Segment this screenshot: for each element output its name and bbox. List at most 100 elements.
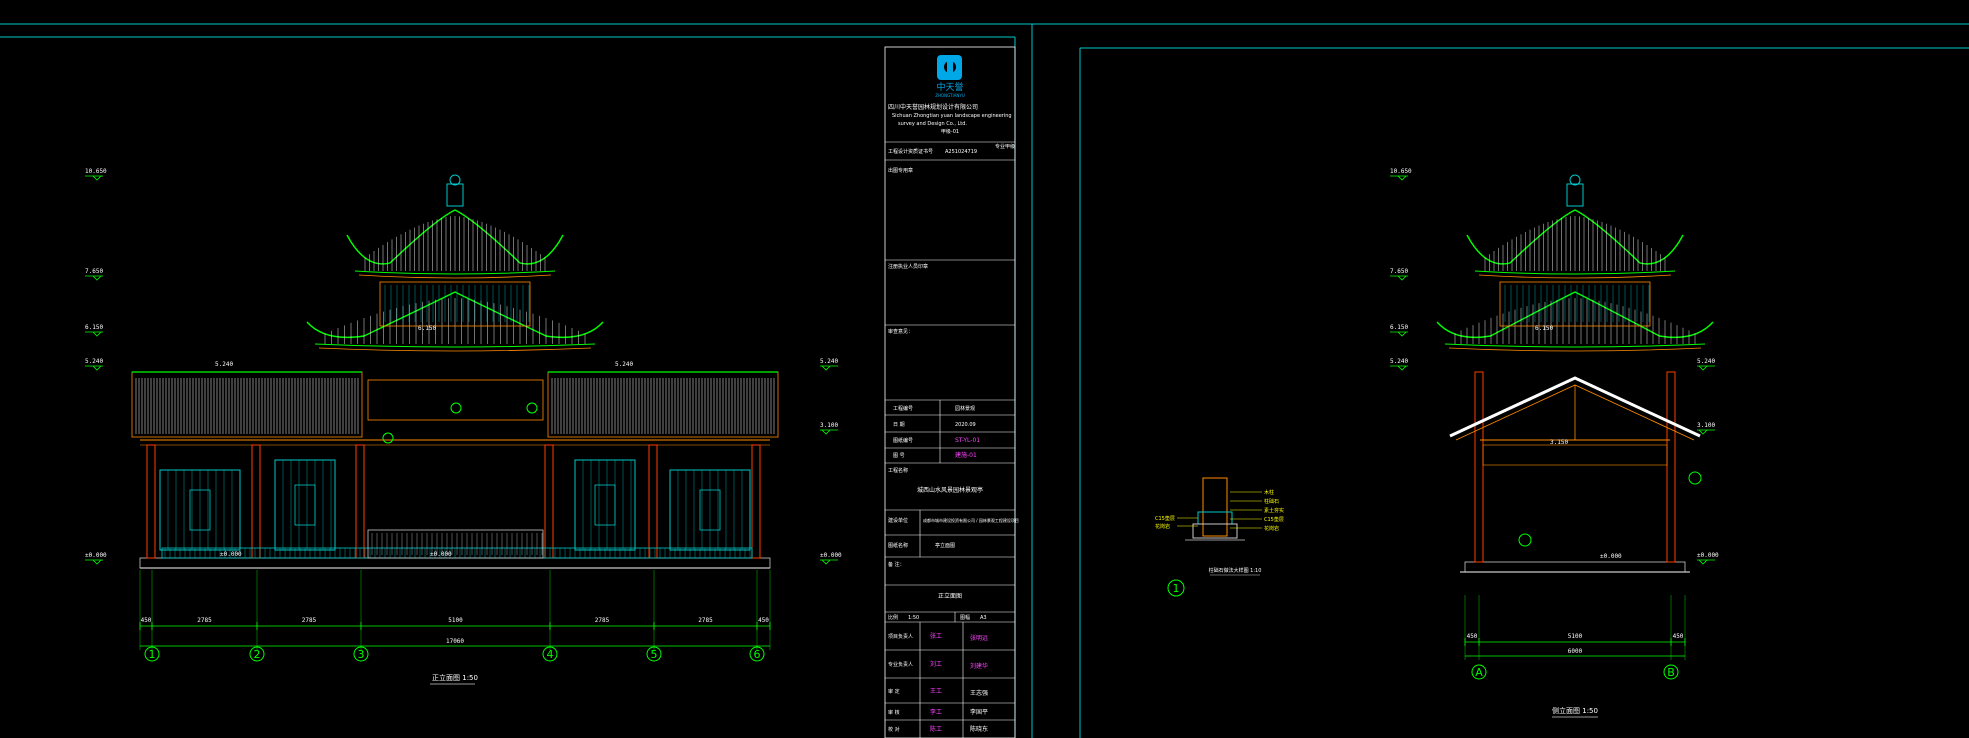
cad-drawing-canvas[interactable]: 中天誉 ZHONGTIANYU 四川中天誉园林规划设计有限公司 Sichuan … [0, 0, 1969, 738]
elevation-symbol [85, 559, 103, 565]
inner-level: 6.150 [1535, 325, 1553, 332]
bracket-band [1482, 444, 1668, 466]
axis-bubble: A [1471, 664, 1487, 680]
center-frame [367, 379, 544, 421]
front-dimensions: 450 2785 2785 5100 2785 2785 450 17060 [139, 570, 771, 650]
ratio-value: A3 [980, 615, 987, 621]
row-name: 张工 [930, 632, 942, 640]
dim-value: 5100 [448, 617, 463, 624]
elevation-marker: ±0.000 [820, 552, 842, 565]
company-logo-icon [937, 55, 962, 80]
detail-callout [1688, 471, 1702, 485]
dim-value: 450 [141, 617, 152, 624]
scale-label: 比例 [888, 614, 898, 621]
detail-label: 花岗岩 [1155, 523, 1170, 530]
elevation-marker: 10.650 [1390, 168, 1412, 181]
column-base-detail: 木柱柱础石素土夯实C15垫层花岗岩C15垫层花岗岩1柱础石做法大样图 1:10 [1155, 477, 1284, 597]
detail-label: 花岗岩 [1264, 525, 1279, 532]
row-name: 王工 [930, 688, 942, 695]
upper-tier-roof [1466, 209, 1684, 279]
elevation-marker: 3.100 [1697, 422, 1715, 435]
elevation-value: 3.100 [1697, 422, 1715, 429]
front-elevation: 10.650 7.650 6.150 5.240 ±0.000 5.240 3.100 ±0.… [85, 168, 842, 685]
eave-band [354, 270, 556, 275]
inner-level: ±0.000 [1600, 553, 1622, 560]
elevation-title: 正立面图 1:50 [432, 673, 478, 682]
eave-fascia [1448, 347, 1702, 352]
elevation-value: 7.650 [85, 268, 103, 275]
cert-label: 工程设计资质证书号 [888, 148, 933, 155]
elevation-symbol [85, 175, 103, 181]
detail-column [1202, 477, 1228, 537]
axis-bubble: 5 [646, 646, 662, 662]
title-block: 中天誉 ZHONGTIANYU 四川中天誉园林规划设计有限公司 Sichuan … [884, 46, 1019, 738]
elevation-symbol [1697, 559, 1715, 565]
elevation-value: 10.650 [85, 168, 107, 175]
signature-rows: 项目负责人 张工 张明远 专业负责人 刘工 刘建华 审 定 王工 王志强 审 核… [888, 632, 988, 733]
inner-level: 3.150 [1550, 439, 1568, 446]
column [648, 444, 658, 559]
detail-label: C15垫层 [1264, 516, 1284, 523]
elevation-symbol [1390, 365, 1408, 371]
detail-callout [526, 402, 538, 414]
signature: 李国平 [970, 708, 988, 716]
sheet-label: 图纸名称 [888, 542, 908, 549]
elevation-symbol [85, 331, 103, 337]
drawing-title: 侧立面图 1:50 [1552, 706, 1598, 718]
elevation-marker: 5.240 [820, 358, 838, 371]
upper-tier-roof [346, 209, 564, 279]
elevation-marker: 6.150 [85, 324, 103, 337]
elevation-value: 5.240 [1697, 358, 1715, 365]
axis-label: 2 [254, 648, 261, 661]
detail-callout [450, 402, 462, 414]
detail-callout [1518, 533, 1532, 547]
seal-label: 出图专用章 [888, 167, 913, 174]
eave-fascia [1478, 274, 1672, 279]
roof-tiles [551, 378, 775, 434]
center-railing [367, 529, 544, 559]
elevation-symbol [1390, 331, 1408, 337]
axis-bubble: 3 [353, 646, 369, 662]
project-name: 城西山水风景园林景观亭 [917, 486, 983, 494]
axis-label: 1 [149, 648, 156, 661]
axis-label: 4 [547, 648, 554, 661]
client-label: 建设单位 [888, 517, 908, 524]
elevation-symbol [85, 365, 103, 371]
elevation-value: 3.100 [820, 422, 838, 429]
elevation-marker: 5.240 [1390, 358, 1408, 371]
elevation-value: 5.240 [820, 358, 838, 365]
lower-tier-roof [306, 291, 604, 352]
stone-balustrade [161, 529, 753, 559]
column [355, 444, 365, 559]
detail-label: 木柱 [1264, 489, 1274, 496]
elevation-marker: 6.150 [1390, 324, 1408, 337]
elevation-marker: 5.240 [85, 358, 103, 371]
dim-value: 5100 [1568, 633, 1583, 640]
side-dimensions: 450 5100 450 6000 [1464, 595, 1686, 660]
dim-total: 17060 [446, 638, 464, 645]
elevation-value: 6.150 [85, 324, 103, 331]
elevation-value: 7.650 [1390, 268, 1408, 275]
elevation-marker: ±0.000 [85, 552, 107, 565]
eave-band [1444, 343, 1706, 348]
elevation-title-tb: 正立面图 [938, 592, 962, 600]
axis-label: 6 [754, 648, 761, 661]
elevation-symbol [1697, 365, 1715, 371]
stage-value: 建施-01 [955, 451, 977, 459]
row-role: 校 对 [888, 726, 900, 733]
row-role: 审 核 [888, 709, 900, 716]
row-role: 专业负责人 [888, 661, 913, 668]
axis-label: 5 [651, 648, 658, 661]
elevation-value: ±0.000 [1697, 552, 1719, 559]
eave-band [1474, 270, 1676, 275]
date-value: 2020.09 [955, 422, 976, 428]
elevation-marker: 5.240 [1697, 358, 1715, 371]
inner-level: ±0.000 [220, 551, 242, 558]
lattice-panel [574, 459, 636, 551]
column [1666, 371, 1676, 563]
axis-bubble: 2 [249, 646, 265, 662]
elevation-symbol [820, 365, 838, 371]
inner-level: 5.240 [215, 361, 233, 368]
axis-label: A [1475, 666, 1483, 679]
column [544, 444, 554, 559]
